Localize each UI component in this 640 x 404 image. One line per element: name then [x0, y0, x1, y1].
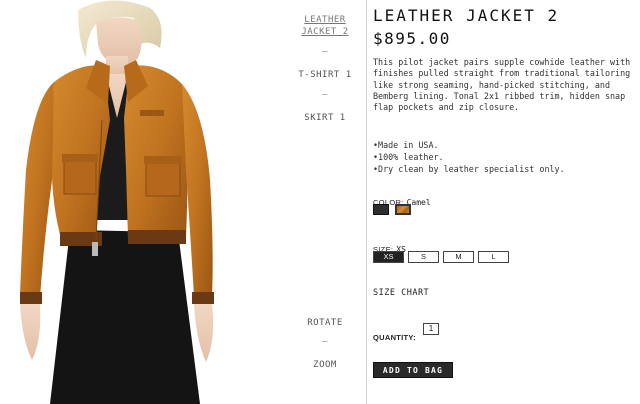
size-option-m[interactable]: M — [443, 251, 474, 263]
model-wearing-jacket-image — [20, 0, 214, 404]
size-option-l[interactable]: L — [478, 251, 509, 263]
product-title: LEATHER JACKET 2 — [373, 6, 560, 25]
nav-item-skirt-1[interactable]: SKIRT 1 — [285, 112, 365, 124]
nav-separator: — — [322, 90, 328, 100]
feature-bullet: Made in USA. — [373, 139, 635, 151]
zoom-button[interactable]: ZOOM — [285, 359, 365, 371]
product-features-list: Made in USA. 100% leather. Dry clean by … — [373, 139, 635, 175]
quantity-label: QUANTITY: — [373, 333, 416, 342]
size-option-s[interactable]: S — [408, 251, 439, 263]
add-to-bag-button[interactable]: ADD TO BAG — [373, 362, 453, 378]
size-chart-link[interactable]: SIZE CHART — [373, 288, 429, 298]
color-swatch-camel[interactable] — [395, 204, 411, 215]
nav-separator: — — [322, 337, 328, 347]
quantity-row: QUANTITY: 1 — [373, 323, 439, 344]
nav-separator: — — [322, 47, 328, 57]
feature-bullet: 100% leather. — [373, 151, 635, 163]
nav-item-t-shirt-1[interactable]: T-SHIRT 1 — [285, 69, 365, 81]
color-swatch-black[interactable] — [373, 204, 389, 215]
nav-item-label-line1: LEATHER — [304, 15, 346, 25]
product-photo[interactable] — [0, 0, 240, 404]
feature-bullet: Dry clean by leather specialist only. — [373, 163, 635, 175]
size-option-xs[interactable]: XS — [373, 251, 404, 263]
vertical-divider — [366, 0, 367, 404]
product-description: This pilot jacket pairs supple cowhide l… — [373, 57, 631, 113]
nav-item-leather-jacket-2[interactable]: LEATHER JACKET 2 — [285, 14, 365, 38]
quantity-input[interactable]: 1 — [423, 323, 439, 335]
product-price: $895.00 — [373, 29, 451, 48]
rotate-button[interactable]: ROTATE — [285, 317, 365, 329]
outfit-nav: LEATHER JACKET 2 — T-SHIRT 1 — SKIRT 1 R… — [285, 0, 365, 404]
nav-item-label-line2: JACKET 2 — [301, 27, 349, 37]
